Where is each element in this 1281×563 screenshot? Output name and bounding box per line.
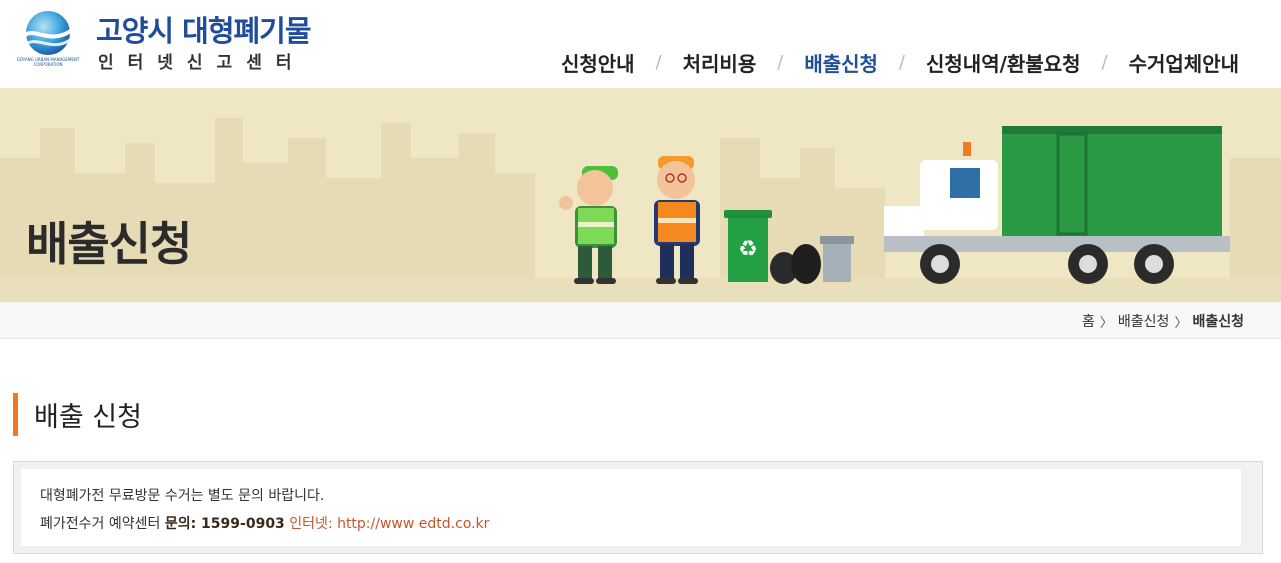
breadcrumb: 홈 〉 배출신청 〉 배출신청 <box>1082 311 1244 331</box>
notice-line-2: 폐가전수거 예약센터 문의: 1599-0903 인터넷: http://www… <box>40 505 1241 533</box>
breadcrumb-item-apply[interactable]: 배출신청 <box>1118 311 1170 331</box>
nav-item-cost[interactable]: 처리비용 <box>683 48 757 77</box>
breadcrumb-arrow-icon: 〉 <box>1099 315 1113 331</box>
page-banner: ♻ 배출신청 <box>0 88 1281 302</box>
svg-text:♻: ♻ <box>738 237 758 262</box>
notice-line-1: 대형폐가전 무료방문 수거는 별도 문의 바랍니다. <box>40 488 325 504</box>
notice-website-link[interactable]: 인터넷: http://www edtd.co.kr <box>289 516 489 532</box>
main-nav: 신청안내 / 처리비용 / 배출신청 / 신청내역/환불요청 / 수거업체안내 <box>561 48 1239 77</box>
notice-center-label: 폐가전수거 예약센터 <box>40 516 165 532</box>
notice-content: 대형폐가전 무료방문 수거는 별도 문의 바랍니다. 폐가전수거 예약센터 문의… <box>21 469 1241 546</box>
nav-separator: / <box>655 52 662 73</box>
nav-separator: / <box>898 52 905 73</box>
nav-item-guide[interactable]: 신청안내 <box>561 48 635 77</box>
nav-item-history-refund[interactable]: 신청내역/환불요청 <box>926 48 1081 77</box>
logo-corp-text: GOYANG URBAN MANAGEMENT CORPORATION <box>16 57 80 67</box>
nav-separator: / <box>777 52 784 73</box>
nav-separator: / <box>1101 52 1108 73</box>
breadcrumb-current: 배출신청 <box>1192 314 1244 330</box>
section-title: 배출 신청 <box>13 393 142 436</box>
recycle-icon: ♻ <box>724 210 772 282</box>
breadcrumb-arrow-icon: 〉 <box>1174 315 1188 331</box>
notice-box: 대형폐가전 무료방문 수거는 별도 문의 바랍니다. 폐가전수거 예약센터 문의… <box>13 461 1263 554</box>
site-logo[interactable]: GOYANG URBAN MANAGEMENT CORPORATION 고양시 … <box>12 4 317 88</box>
nav-item-collectors[interactable]: 수거업체안내 <box>1129 48 1239 77</box>
notice-phone: 문의: 1599-0903 <box>164 516 285 532</box>
section-title-text: 배출 신청 <box>34 402 142 433</box>
logo-title: 고양시 대형폐기물 <box>96 14 312 48</box>
logo-subtitle: 인터넷신고센터 <box>98 53 306 73</box>
breadcrumb-home[interactable]: 홈 <box>1082 311 1095 331</box>
banner-title: 배출신청 <box>26 217 192 271</box>
breadcrumb-bar: 홈 〉 배출신청 〉 배출신청 <box>0 302 1281 339</box>
site-header: GOYANG URBAN MANAGEMENT CORPORATION 고양시 … <box>0 0 1281 88</box>
banner-illustration: ♻ <box>0 118 1281 302</box>
nav-item-apply[interactable]: 배출신청 <box>804 48 878 77</box>
section-accent-bar <box>13 393 18 436</box>
